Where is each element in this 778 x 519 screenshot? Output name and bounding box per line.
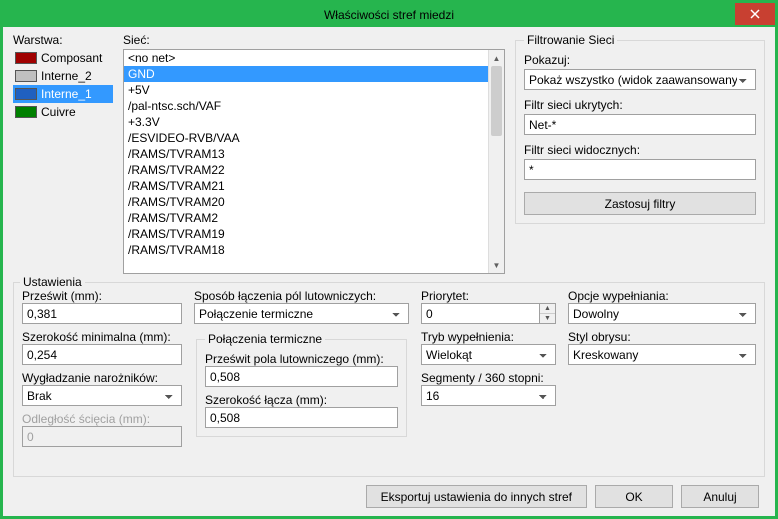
nets-label: Sieć: — [123, 33, 505, 47]
spoke-label: Szerokość łącza (mm): — [205, 393, 327, 407]
layer-name: Interne_2 — [41, 69, 92, 83]
spin-down-icon[interactable]: ▼ — [540, 314, 555, 323]
fillmode-select[interactable]: Wielokąt — [421, 344, 556, 365]
smoothing-select[interactable]: Brak — [22, 385, 182, 406]
filter-hidden-input[interactable] — [524, 114, 756, 135]
layer-swatch — [15, 52, 37, 64]
export-settings-button[interactable]: Eksportuj ustawienia do innych stref — [366, 485, 587, 508]
net-item[interactable]: /ESVIDEO-RVB/VAA — [124, 130, 488, 146]
filter-visible-label: Filtr sieci widocznych: — [524, 143, 756, 157]
thermal-group: Połączenia termiczne Prześwit pola lutow… — [196, 332, 407, 437]
layer-item[interactable]: Composant — [13, 49, 113, 67]
padconn-select[interactable]: Połączenie termiczne — [194, 303, 409, 324]
antipad-input[interactable] — [205, 366, 398, 387]
spin-up-icon[interactable]: ▲ — [540, 304, 555, 314]
net-item[interactable]: /RAMS/TVRAM19 — [124, 226, 488, 242]
layers-label: Warstwa: — [13, 33, 113, 47]
chamfer-label: Odległość ścięcia (mm): — [22, 412, 150, 426]
fillmode-label: Tryb wypełnienia: — [421, 330, 514, 344]
dialog-window: Właściwości stref miedzi Warstwa: Compos… — [0, 0, 778, 519]
smoothing-label: Wygładzanie narożników: — [22, 371, 158, 385]
priority-input[interactable] — [421, 303, 540, 324]
dialog-footer: Eksportuj ustawienia do innych stref OK … — [13, 477, 765, 508]
antipad-label: Prześwit pola lutowniczego (mm): — [205, 352, 384, 366]
clearance-label: Prześwit (mm): — [22, 289, 102, 303]
outline-label: Styl obrysu: — [568, 330, 631, 344]
net-scrollbar[interactable]: ▲ ▼ — [488, 50, 504, 273]
net-item[interactable]: /RAMS/TVRAM2 — [124, 210, 488, 226]
priority-spinner[interactable]: ▲▼ — [540, 303, 556, 324]
settings-legend: Ustawienia — [20, 275, 85, 289]
layer-name: Cuivre — [41, 105, 76, 119]
net-item[interactable]: +3.3V — [124, 114, 488, 130]
layer-item[interactable]: Cuivre — [13, 103, 113, 121]
filter-show-select[interactable]: Pokaż wszystko (widok zaawansowany) — [524, 69, 756, 90]
close-icon — [750, 9, 760, 19]
close-button[interactable] — [735, 3, 775, 25]
titlebar: Właściwości stref miedzi — [3, 3, 775, 27]
scroll-up-icon[interactable]: ▲ — [489, 50, 504, 66]
net-item[interactable]: /pal-ntsc.sch/VAF — [124, 98, 488, 114]
layer-item[interactable]: Interne_1 — [13, 85, 113, 103]
scroll-down-icon[interactable]: ▼ — [489, 257, 504, 273]
minwidth-label: Szerokość minimalna (mm): — [22, 330, 171, 344]
fillopt-label: Opcje wypełniania: — [568, 289, 669, 303]
chamfer-input — [22, 426, 182, 447]
layer-swatch — [15, 70, 37, 82]
spoke-input[interactable] — [205, 407, 398, 428]
layer-swatch — [15, 88, 37, 100]
net-filter-legend: Filtrowanie Sieci — [524, 33, 617, 47]
net-item[interactable]: GND — [124, 66, 488, 82]
clearance-input[interactable] — [22, 303, 182, 324]
segments-label: Segmenty / 360 stopni: — [421, 371, 544, 385]
layer-swatch — [15, 106, 37, 118]
fillopt-select[interactable]: Dowolny — [568, 303, 756, 324]
net-item[interactable]: /RAMS/TVRAM13 — [124, 146, 488, 162]
thermal-legend: Połączenia termiczne — [205, 332, 325, 346]
minwidth-input[interactable] — [22, 344, 182, 365]
net-listbox[interactable]: <no net>GND+5V/pal-ntsc.sch/VAF+3.3V/ESV… — [123, 49, 505, 274]
window-title: Właściwości stref miedzi — [324, 8, 454, 22]
net-item[interactable]: +5V — [124, 82, 488, 98]
layer-item[interactable]: Interne_2 — [13, 67, 113, 85]
layer-name: Composant — [41, 51, 102, 65]
layer-list[interactable]: Composant Interne_2 Interne_1 Cuivre — [13, 49, 113, 121]
net-item[interactable]: /RAMS/TVRAM18 — [124, 242, 488, 258]
priority-label: Priorytet: — [421, 289, 469, 303]
net-item[interactable]: /RAMS/TVRAM22 — [124, 162, 488, 178]
apply-filters-button[interactable]: Zastosuj filtry — [524, 192, 756, 215]
settings-group: Ustawienia Prześwit (mm): Szerokość mini… — [13, 282, 765, 477]
filter-show-label: Pokazuj: — [524, 53, 756, 67]
filter-hidden-label: Filtr sieci ukrytych: — [524, 98, 756, 112]
segments-select[interactable]: 16 — [421, 385, 556, 406]
ok-button[interactable]: OK — [595, 485, 673, 508]
cancel-button[interactable]: Anuluj — [681, 485, 759, 508]
net-item[interactable]: <no net> — [124, 50, 488, 66]
net-filter-group: Filtrowanie Sieci Pokazuj: Pokaż wszystk… — [515, 33, 765, 224]
scroll-thumb[interactable] — [491, 66, 502, 136]
padconn-label: Sposób łączenia pól lutowniczych: — [194, 289, 376, 303]
outline-select[interactable]: Kreskowany — [568, 344, 756, 365]
filter-visible-input[interactable] — [524, 159, 756, 180]
net-item[interactable]: /RAMS/TVRAM20 — [124, 194, 488, 210]
layer-name: Interne_1 — [41, 87, 92, 101]
net-item[interactable]: /RAMS/TVRAM21 — [124, 178, 488, 194]
